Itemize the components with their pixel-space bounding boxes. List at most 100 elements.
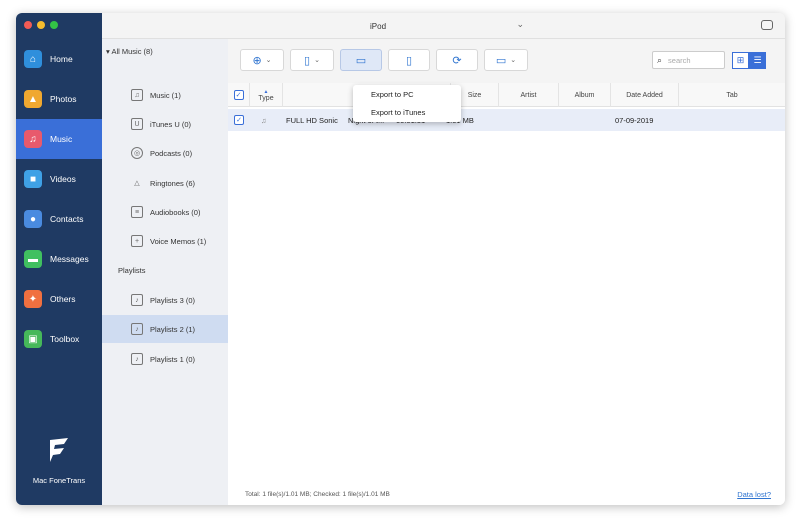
total-summary: Total: 1 file(s)/1.01 MB; Checked: 1 fil… <box>245 491 390 498</box>
tree-item-playlist-3[interactable]: ♪ Playlists 3 (0) <box>102 286 228 314</box>
menu-item-export-to-pc[interactable]: Export to PC <box>353 85 461 103</box>
messages-icon: ▬ <box>24 250 42 268</box>
nav-label: Music <box>50 134 73 144</box>
nav-item-contacts[interactable]: ● Contacts <box>16 199 102 239</box>
playlist-icon: ♪ <box>131 294 143 306</box>
toolbox-button[interactable]: ▭ ⌄ <box>484 49 528 71</box>
home-icon: ⌂ <box>24 50 42 68</box>
nav-label: Contacts <box>50 214 84 224</box>
audiobook-icon: ≡ <box>131 206 143 218</box>
tree-item-label: Podcasts (0) <box>150 148 193 158</box>
grid-view-icon[interactable]: ⊞ <box>732 52 749 69</box>
header-tab-label: Tab <box>726 91 738 99</box>
data-lost-link[interactable]: Data lost? <box>737 490 771 499</box>
table-row[interactable]: ✓ ♫ FULL HD Sonic Night of t... 00:01:51… <box>228 109 785 131</box>
sync-button[interactable]: ⟳ <box>436 49 478 71</box>
export-to-device-button[interactable]: ▯ ⌄ <box>290 49 334 71</box>
chevron-down-icon: ⌄ <box>314 57 320 64</box>
minimize-window-button[interactable] <box>37 21 45 29</box>
playlist-icon: ♪ <box>131 353 143 365</box>
clipboard-icon: ▯ <box>405 54 413 67</box>
search-icon: ⌕ <box>657 54 663 65</box>
add-button[interactable]: ⊕ ⌄ <box>240 49 284 71</box>
tree-item-playlist-1[interactable]: ♪ Playlists 1 (0) <box>102 345 228 373</box>
search-input[interactable]: search <box>668 56 691 65</box>
music-file-icon: ♫ <box>261 115 267 125</box>
header-artist[interactable]: Artist <box>499 83 559 107</box>
device-name: iPod <box>370 21 387 31</box>
nav-item-others[interactable]: ✦ Others <box>16 279 102 319</box>
fonetrans-logo-icon <box>50 438 68 462</box>
tree-item-label: Playlists 1 (0) <box>150 354 196 364</box>
export-dropdown-menu: Export to PC Export to iTunes <box>353 85 461 122</box>
playlists-section-label: Playlists <box>118 266 146 275</box>
zoom-window-button[interactable] <box>50 21 58 29</box>
phone-export-icon: ▯ <box>304 54 311 67</box>
all-music-label: All Music (8) <box>111 47 153 56</box>
menu-item-export-to-itunes[interactable]: Export to iTunes <box>353 103 461 121</box>
nav-item-toolbox[interactable]: ▣ Toolbox <box>16 319 102 359</box>
header-album-label: Album <box>574 91 595 99</box>
tree-item-podcasts[interactable]: ◎ Podcasts (0) <box>102 139 228 167</box>
tree-item-label: iTunes U (0) <box>150 119 191 129</box>
select-all-checkbox[interactable]: ✓ <box>233 90 244 100</box>
category-tree: ▾ All Music (8) ♫ Music (1) U iTunes U (… <box>102 39 228 505</box>
nav-item-videos[interactable]: ■ Videos <box>16 159 102 199</box>
header-date-added[interactable]: Date Added <box>611 83 679 107</box>
title-bar: iPod ⌄ <box>102 13 785 39</box>
row-checkbox-cell[interactable]: ✓ <box>234 109 246 131</box>
device-selector[interactable]: iPod ⌄ <box>364 16 530 36</box>
nav-item-music[interactable]: ♫ Music <box>16 119 102 159</box>
tree-item-itunes-u[interactable]: U iTunes U (0) <box>102 110 228 138</box>
cell-date-added: 07-09-2019 <box>615 115 654 125</box>
refresh-icon: ⟳ <box>452 54 462 67</box>
nav-item-messages[interactable]: ▬ Messages <box>16 239 102 279</box>
tree-item-playlist-2[interactable]: ♪ Playlists 2 (1) <box>102 315 228 343</box>
export-to-pc-button[interactable]: ▭ <box>340 49 382 71</box>
music-note-icon: ♫ <box>131 89 143 101</box>
tree-item-music[interactable]: ♫ Music (1) <box>102 81 228 109</box>
podcast-icon: ◎ <box>131 147 143 159</box>
nav-label: Videos <box>50 174 76 184</box>
tree-all-music[interactable]: ▾ All Music (8) <box>106 47 153 56</box>
tree-item-audiobooks[interactable]: ≡ Audiobooks (0) <box>102 198 228 226</box>
nav-item-home[interactable]: ⌂ Home <box>16 39 102 79</box>
photos-icon: ▲ <box>24 90 42 108</box>
tree-item-ringtones[interactable]: △ Ringtones (6) <box>102 169 228 197</box>
close-window-button[interactable] <box>24 21 32 29</box>
tree-item-label: Voice Memos (1) <box>150 236 207 246</box>
nav-label: Home <box>50 54 73 64</box>
contacts-icon: ● <box>24 210 42 228</box>
chevron-down-icon: ⌄ <box>510 57 517 64</box>
window-controls <box>24 21 58 29</box>
feedback-chat-icon[interactable] <box>761 20 773 30</box>
header-type-label: Type <box>258 94 274 102</box>
voice-memo-icon: + <box>131 235 143 247</box>
brand-name: Mac FoneTrans <box>32 476 86 485</box>
search-box[interactable]: ⌕ search <box>652 51 725 69</box>
main-panel: ⊕ ⌄ ▯ ⌄ ▭ ▯ ⟳ ▭ ⌄ ⌕ search ⊞ ☰ ✓ ▲ Type … <box>228 39 785 505</box>
nav-label: Others <box>50 294 76 304</box>
header-album[interactable]: Album <box>559 83 611 107</box>
header-type[interactable]: ▲ Type <box>250 83 283 107</box>
chevron-down-icon: ⌄ <box>516 19 524 29</box>
status-bar: Total: 1 file(s)/1.01 MB; Checked: 1 fil… <box>228 487 785 505</box>
tree-item-label: Playlists 2 (1) <box>150 324 196 334</box>
bell-icon: △ <box>134 180 140 187</box>
header-tab[interactable]: Tab <box>679 83 785 107</box>
itunes-u-icon: U <box>131 118 143 130</box>
row-checkbox[interactable]: ✓ <box>234 115 244 125</box>
playlist-icon: ♪ <box>131 323 143 335</box>
tree-item-voice-memos[interactable]: + Voice Memos (1) <box>102 227 228 255</box>
list-view-icon[interactable]: ☰ <box>749 52 766 69</box>
nav-label: Toolbox <box>50 334 80 344</box>
app-window: ⌂ Home ▲ Photos ♫ Music ■ Videos ● Conta… <box>16 13 785 505</box>
export-to-itunes-button[interactable]: ▯ <box>388 49 430 71</box>
nav-item-photos[interactable]: ▲ Photos <box>16 79 102 119</box>
header-artist-label: Artist <box>520 91 537 99</box>
table-header: ✓ ▲ Type Na Size Artist Album Date Added <box>228 83 785 107</box>
select-all-checkbox-cell[interactable]: ✓ <box>228 83 250 107</box>
tree-item-label: Ringtones (6) <box>150 178 196 188</box>
nav-label: Messages <box>50 254 89 264</box>
header-date-added-label: Date Added <box>626 91 663 99</box>
